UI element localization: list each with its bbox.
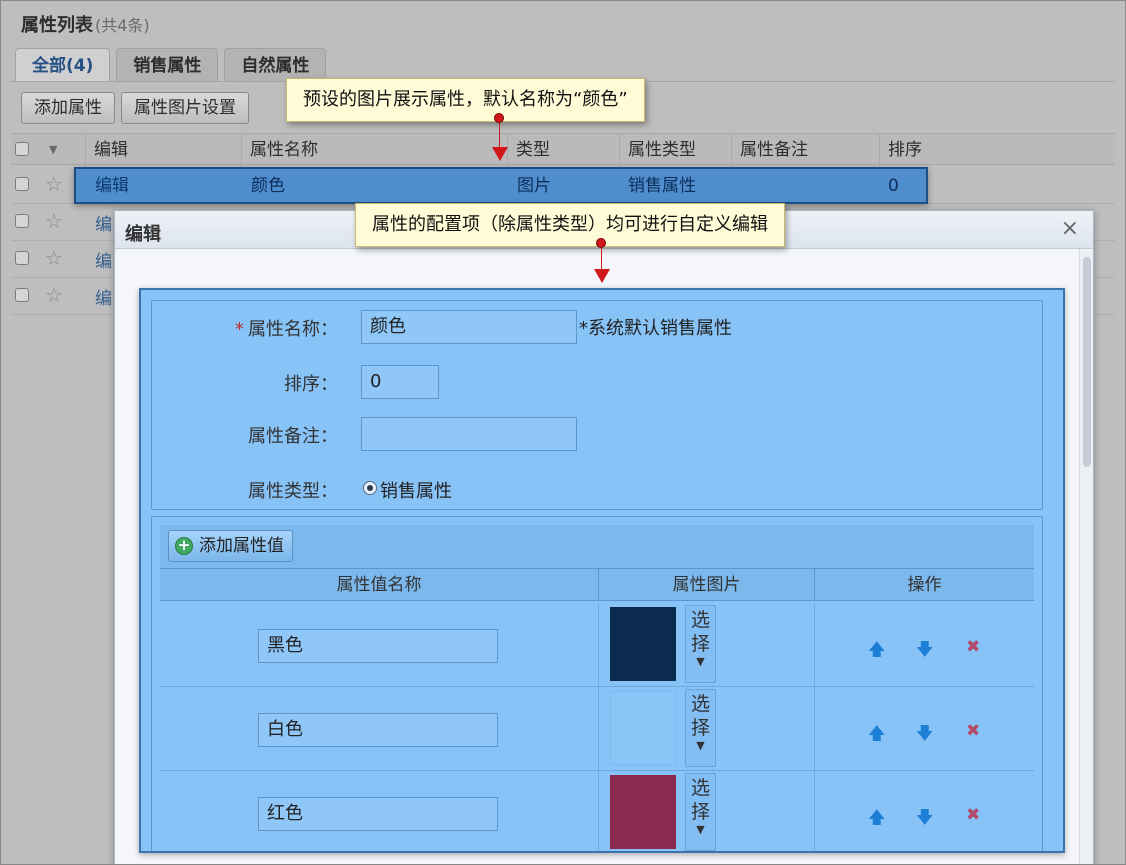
value-image-swatch	[610, 691, 676, 765]
attribute-image-settings-button[interactable]: 属性图片设置	[121, 92, 249, 124]
attr-note-label: 属性备注：	[248, 426, 338, 447]
delete-icon[interactable]: ✖	[966, 721, 980, 741]
delete-icon[interactable]: ✖	[966, 805, 980, 825]
add-attribute-button[interactable]: 添加属性	[21, 92, 115, 124]
arrow-down-icon[interactable]: 🡇	[916, 805, 933, 834]
col-divider	[598, 771, 599, 851]
arrow-up-icon[interactable]: 🡅	[868, 805, 885, 834]
row-edit-link[interactable]: 编	[95, 210, 112, 235]
caret-down-icon: ▼	[696, 655, 705, 668]
choose-image-button[interactable]: 选择 ▼	[685, 689, 716, 767]
row-checkbox[interactable]	[15, 251, 29, 265]
row-attr-type: 销售属性	[628, 176, 696, 196]
app-frame: 属性列表 (共4条) 全部(4) 销售属性 自然属性 添加属性 属性图片设置 ▼ …	[0, 0, 1126, 865]
row-attr-name: 颜色	[251, 176, 285, 196]
select-all-checkbox[interactable]	[15, 142, 29, 156]
grid-header: ▼ 编辑 属性名称 类型 属性类型 属性备注 排序	[11, 133, 1115, 166]
col-edit[interactable]: 编辑	[85, 134, 241, 166]
arrow-up-icon[interactable]: 🡅	[868, 721, 885, 750]
row-checkbox[interactable]	[15, 214, 29, 228]
star-icon[interactable]: ☆	[45, 172, 63, 196]
col-sort[interactable]: 排序	[879, 134, 1101, 166]
arrow-up-icon[interactable]: 🡅	[868, 637, 885, 666]
col-divider	[814, 687, 815, 770]
col-value-image: 属性图片	[598, 569, 814, 601]
value-row: 白色 选择 ▼ 🡅 🡇 ✖	[160, 687, 1034, 771]
value-name-input[interactable]: 黑色	[258, 629, 498, 663]
choose-image-button[interactable]: 选择 ▼	[685, 773, 716, 851]
value-image-swatch	[610, 607, 676, 681]
highlighted-row-color[interactable]: 编辑 颜色 图片 销售属性 0	[74, 167, 928, 204]
pin-line	[499, 123, 500, 149]
col-attr-note[interactable]: 属性备注	[731, 134, 879, 166]
attribute-values-section: + 添加属性值 属性值名称 属性图片 操作 黑色 选择 ▼ 🡅 🡇 ✖ 白色 选…	[151, 516, 1043, 851]
row-type: 图片	[517, 176, 551, 196]
caret-down-icon: ▼	[696, 823, 705, 836]
value-name-input[interactable]: 白色	[258, 713, 498, 747]
attribute-form: * 属性名称： 颜色 *系统默认销售属性 排序： 0 属性备注： 属性类型： 销售…	[151, 300, 1043, 510]
tab-bar: 全部(4) 销售属性 自然属性	[15, 48, 327, 82]
list-title-text: 属性列表	[21, 15, 93, 36]
caret-down-icon: ▼	[696, 739, 705, 752]
col-actions: 操作	[814, 569, 1034, 601]
row-edit-link[interactable]: 编	[95, 284, 112, 309]
list-toolbar: 添加属性 属性图片设置	[21, 92, 249, 124]
attr-type-value: 销售属性	[380, 481, 452, 502]
attr-type-label: 属性类型：	[248, 481, 338, 502]
pin-icon	[596, 238, 606, 248]
arrow-down-icon[interactable]: 🡇	[916, 637, 933, 666]
row-checkbox[interactable]	[15, 177, 29, 191]
system-default-note: *系统默认销售属性	[579, 318, 732, 339]
col-divider	[598, 687, 599, 770]
attr-name-label: * 属性名称：	[235, 319, 338, 340]
required-mark: *	[235, 319, 244, 340]
star-icon[interactable]: ☆	[45, 209, 63, 233]
row-sort: 0	[888, 176, 899, 196]
highlighted-form-panel: * 属性名称： 颜色 *系统默认销售属性 排序： 0 属性备注： 属性类型： 销售…	[139, 288, 1065, 853]
tab-sales-attr[interactable]: 销售属性	[116, 48, 219, 82]
value-row: 红色 选择 ▼ 🡅 🡇 ✖	[160, 771, 1034, 851]
add-circle-icon: +	[175, 537, 193, 555]
callout-editable-config: 属性的配置项（除属性类型）均可进行自定义编辑	[355, 203, 785, 247]
col-divider	[814, 603, 815, 686]
callout-preset-image-attr: 预设的图片展示属性，默认名称为“颜色”	[286, 78, 645, 122]
attr-name-input[interactable]: 颜色	[361, 310, 577, 344]
arrow-down-icon[interactable]: 🡇	[916, 721, 933, 750]
tab-natural-attr[interactable]: 自然属性	[224, 48, 327, 82]
col-value-name: 属性值名称	[336, 575, 422, 595]
value-row: 黑色 选择 ▼ 🡅 🡇 ✖	[160, 603, 1034, 687]
values-toolbar: + 添加属性值	[160, 525, 1034, 569]
col-attr-name[interactable]: 属性名称	[241, 134, 507, 166]
sort-input[interactable]: 0	[361, 365, 439, 399]
pin-icon	[494, 113, 504, 123]
row-checkbox[interactable]	[15, 288, 29, 302]
delete-icon[interactable]: ✖	[966, 637, 980, 657]
star-icon[interactable]: ☆	[45, 283, 63, 307]
row-edit-link[interactable]: 编辑	[95, 169, 129, 204]
arrow-down-marker	[594, 269, 610, 283]
col-type[interactable]: 类型	[507, 134, 619, 166]
sort-label: 排序：	[284, 374, 338, 395]
value-image-swatch	[610, 775, 676, 849]
star-icon[interactable]: ☆	[45, 246, 63, 270]
close-icon[interactable]: ×	[1061, 216, 1079, 241]
value-name-input[interactable]: 红色	[258, 797, 498, 831]
col-divider	[814, 771, 815, 851]
scrollbar-thumb[interactable]	[1083, 257, 1091, 467]
add-attribute-value-button[interactable]: + 添加属性值	[168, 530, 293, 562]
list-count: (共4条)	[95, 16, 150, 35]
col-attr-type[interactable]: 属性类型	[619, 134, 731, 166]
attr-note-input[interactable]	[361, 417, 577, 451]
values-table-header: 属性值名称 属性图片 操作	[160, 569, 1034, 601]
sort-caret-icon[interactable]: ▼	[49, 134, 57, 166]
dialog-title: 编辑	[125, 224, 161, 245]
col-divider	[598, 603, 599, 686]
row-edit-link[interactable]: 编	[95, 247, 112, 272]
arrow-down-marker	[492, 147, 508, 161]
page-title: 属性列表 (共4条)	[21, 11, 150, 37]
dialog-scrollbar[interactable]	[1079, 249, 1093, 864]
tab-all[interactable]: 全部(4)	[15, 48, 111, 82]
choose-image-button[interactable]: 选择 ▼	[685, 605, 716, 683]
attr-type-radio[interactable]	[363, 481, 377, 495]
